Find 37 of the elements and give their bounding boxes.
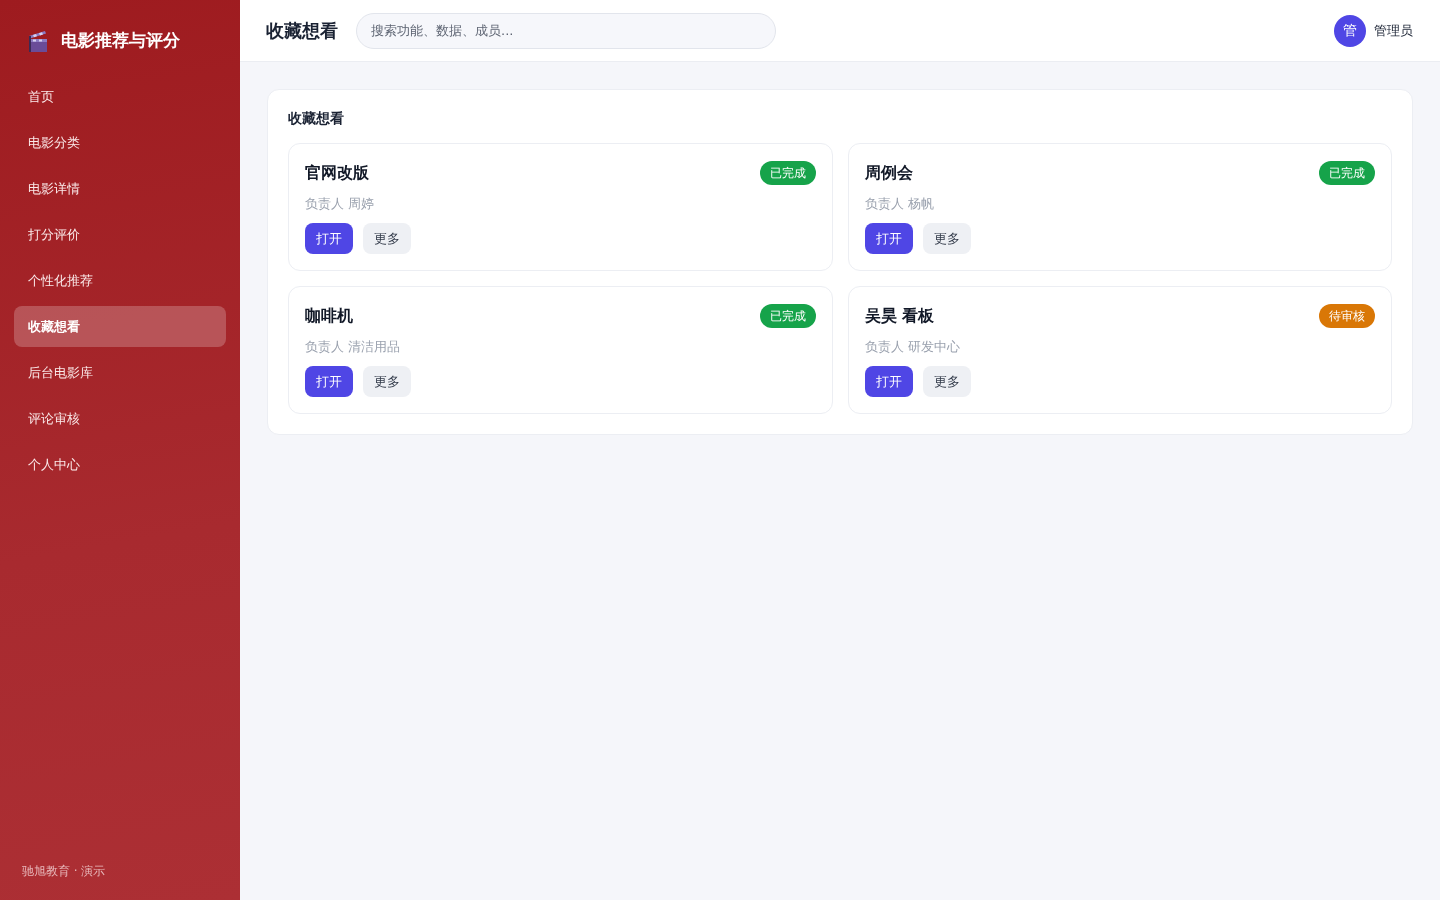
nav-item[interactable]: 评论审核	[14, 398, 226, 439]
app-title: 电影推荐与评分	[61, 29, 180, 52]
open-button[interactable]: 打开	[305, 223, 353, 254]
avatar[interactable]: 管	[1334, 14, 1366, 47]
nav-item[interactable]: 个性化推荐	[14, 260, 226, 301]
page-title: 收藏想看	[266, 18, 338, 43]
more-button[interactable]: 更多	[363, 366, 411, 397]
more-button[interactable]: 更多	[922, 366, 971, 397]
search-field[interactable]: 搜索功能、数据、成员...	[356, 12, 776, 49]
footer-text: 驰旭教育 · 演示	[21, 863, 107, 880]
card-title: 周例会	[864, 162, 913, 184]
status-badge: 已完成	[1319, 161, 1375, 185]
owner-text: 负责人 研发中心	[864, 338, 961, 356]
owner-text: 负责人 周婷	[305, 195, 376, 213]
more-button[interactable]: 更多	[922, 223, 971, 254]
nav-item[interactable]: 电影分类	[14, 122, 226, 163]
nav-item[interactable]: 首页	[14, 76, 226, 117]
card-title: 吴昊 看板	[864, 305, 935, 327]
owner-text: 负责人 清洁用品	[305, 338, 402, 356]
user-name: 管理员	[1374, 21, 1413, 40]
nav-item[interactable]: 收藏想看	[14, 306, 226, 347]
nav-item[interactable]: 打分评价	[14, 214, 226, 255]
card-title: 咖啡机	[305, 305, 353, 327]
open-button[interactable]: 打开	[305, 366, 353, 397]
card-title: 官网改版	[305, 162, 369, 184]
open-button[interactable]: 打开	[864, 366, 913, 397]
open-button[interactable]: 打开	[864, 223, 913, 254]
status-badge: 待审核	[1319, 304, 1375, 328]
more-button[interactable]: 更多	[363, 223, 411, 254]
status-badge: 已完成	[759, 304, 816, 328]
nav-item[interactable]: 电影详情	[14, 168, 226, 209]
panel-title: 收藏想看	[288, 110, 345, 128]
nav-item[interactable]: 个人中心	[14, 444, 226, 485]
status-badge: 已完成	[759, 161, 816, 185]
clapperboard-icon	[29, 29, 47, 52]
nav-item[interactable]: 后台电影库	[14, 352, 226, 393]
owner-text: 负责人 杨帆	[864, 195, 935, 213]
